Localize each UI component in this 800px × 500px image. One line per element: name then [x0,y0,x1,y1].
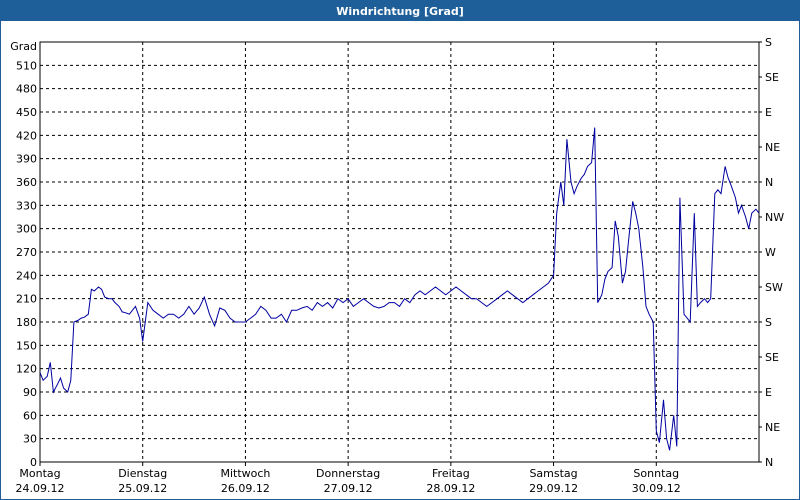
x-tick-day-label: Montag [19,467,60,480]
y-tick-label: 150 [16,339,37,352]
y2-tick-label: NE [765,141,780,154]
x-tick-date-label: 27.09.12 [324,482,373,495]
x-tick-date-label: 26.09.12 [221,482,270,495]
y-axis-title: Grad [10,40,37,53]
y2-tick-label: S [765,316,772,329]
y-tick-label: 30 [23,433,37,446]
y-tick-label: 270 [16,246,37,259]
y2-tick-label: SE [765,71,779,84]
y-tick-label: 390 [16,153,37,166]
y-tick-label: 450 [16,106,37,119]
x-tick-day-label: Samstag [529,467,577,480]
plot-area [39,41,760,463]
x-tick-date-label: 25.09.12 [118,482,167,495]
chart-window: Windrichtung [Grad] 0 30 60 90 120 150 180 210 2… [0,0,800,500]
y-tick-label: 120 [16,363,37,376]
y-tick-label: 240 [16,269,37,282]
x-tick-date-label: 30.09.12 [632,482,681,495]
y2-tick-label: SE [765,351,779,364]
y2-tick-label: S [765,36,772,49]
wind-direction-chart: 0306090120150180210240270300330360390420… [10,36,784,495]
y-tick-label: 300 [16,223,37,236]
x-tick-date-label: 29.09.12 [529,482,578,495]
y-tick-label: 360 [16,176,37,189]
y-tick-label: 330 [16,199,37,212]
x-tick-day-label: Mittwoch [220,467,270,480]
y2-tick-label: N [765,176,773,189]
x-tick-day-label: Dienstag [118,467,167,480]
y2-tick-label: N [765,456,773,469]
y-tick-label: 180 [16,316,37,329]
y-tick-label: 510 [16,59,37,72]
y-tick-label: 480 [16,83,37,96]
y2-tick-label: E [765,106,772,119]
y2-tick-label: E [765,386,772,399]
x-tick-day-label: Donnerstag [316,467,380,480]
y-tick-label: 90 [23,386,37,399]
y2-tick-label: SW [765,281,783,294]
y-tick-label: 60 [23,409,37,422]
y-tick-label: 420 [16,129,37,142]
y2-tick-label: W [765,246,776,259]
x-tick-day-label: Sonntag [633,467,679,480]
x-tick-date-label: 24.09.12 [16,482,65,495]
x-tick-date-label: 28.09.12 [426,482,475,495]
y2-tick-label: NE [765,421,780,434]
y2-tick-label: NW [765,211,784,224]
x-tick-day-label: Freitag [432,467,470,480]
y-tick-label: 210 [16,293,37,306]
